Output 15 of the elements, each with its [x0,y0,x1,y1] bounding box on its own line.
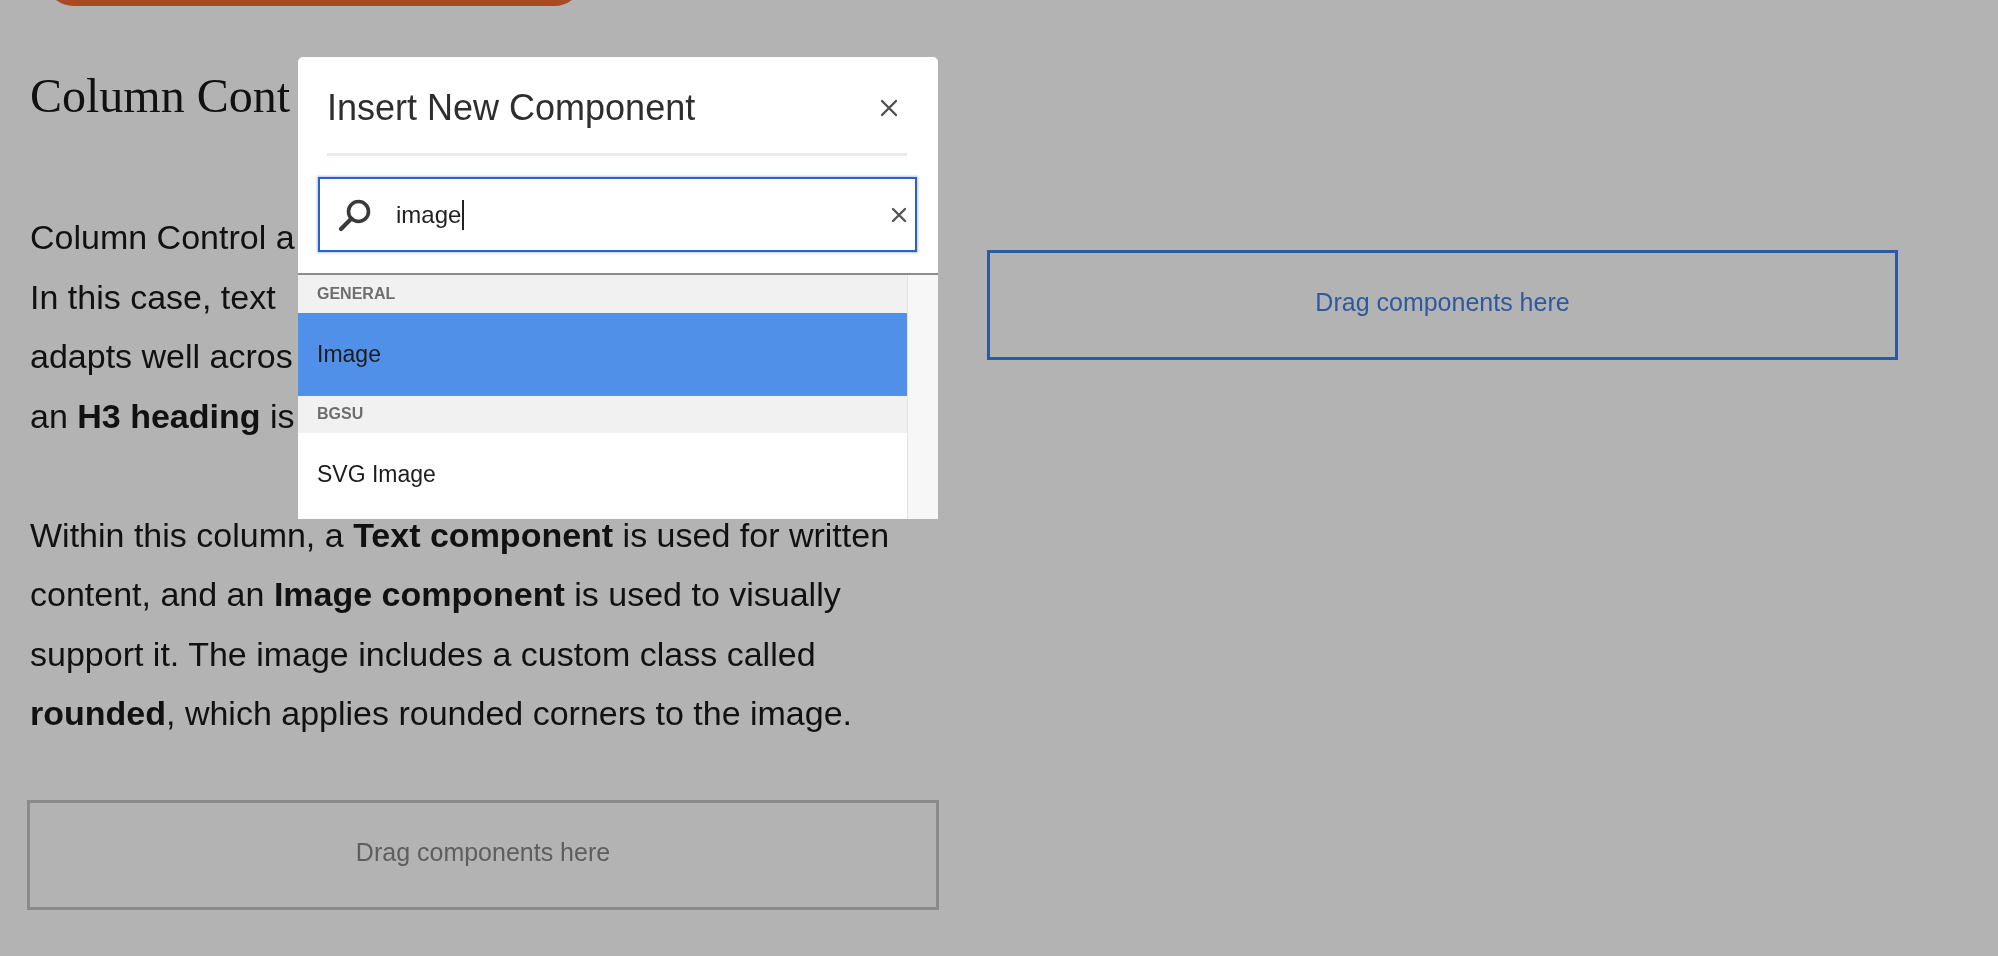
search-field[interactable]: image [318,177,917,252]
body-paragraph: Within this column, a Text component is used for written content, and an Image component is used to visually support it. The image includes a custom class called rounded, which applies rounded corners to the image. [30,514,891,734]
group-header: BGSU [298,395,907,433]
section-heading: Column Cont [30,68,291,124]
clear-icon[interactable] [891,206,907,223]
text-cursor-icon [462,199,465,230]
close-icon[interactable] [880,99,898,117]
scrollbar-track[interactable] [907,275,938,519]
search-icon [338,197,372,232]
intro-paragraph: Column Control a In this case, text adapts well acros an H3 heading is [30,217,295,437]
dialog-title: Insert New Component [327,86,696,130]
component-item[interactable]: Image [298,312,907,396]
group-header: GENERAL [298,275,907,313]
drop-zone[interactable]: Drag components here [27,800,939,910]
drop-zone[interactable]: Drag components here [987,250,1898,360]
